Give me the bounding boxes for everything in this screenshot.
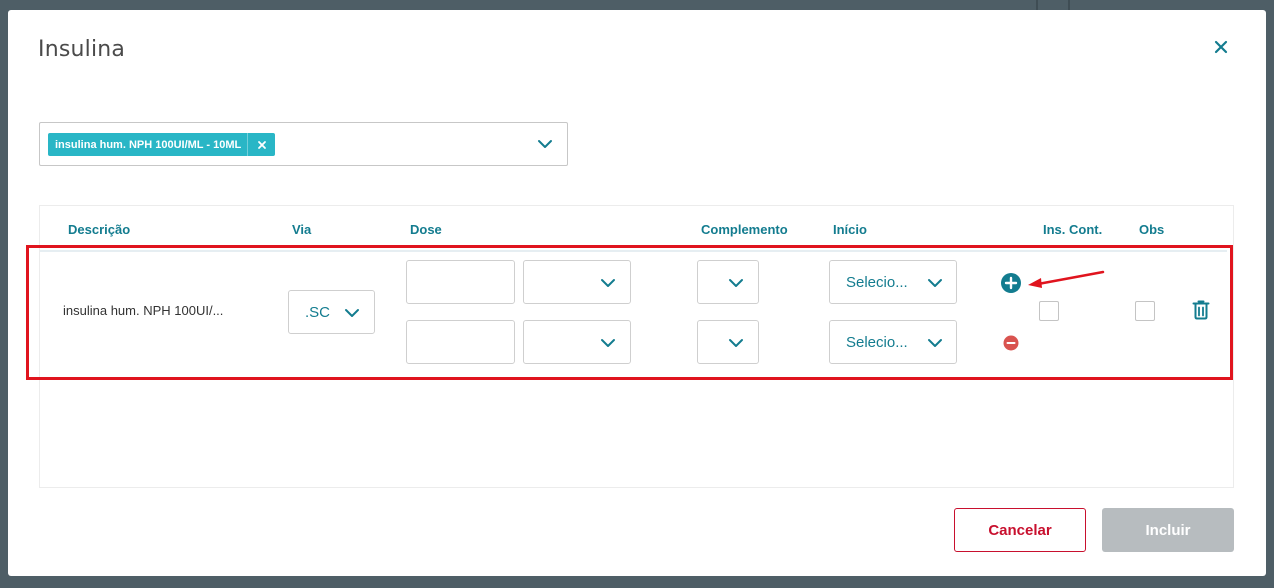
header-ins-cont: Ins. Cont.: [1043, 222, 1103, 237]
chip-label: insulina hum. NPH 100UI/ML - 10ML: [55, 138, 242, 151]
cancel-button[interactable]: Cancelar: [954, 508, 1086, 552]
header-descricao: Descrição: [68, 222, 131, 237]
header-dose: Dose: [410, 222, 442, 237]
backdrop-divider: [1068, 0, 1070, 10]
chip-remove-icon[interactable]: [247, 133, 275, 156]
highlight-outline: [26, 245, 1233, 380]
selected-medication-chip: insulina hum. NPH 100UI/ML - 10ML: [48, 133, 276, 156]
header-via: Via: [292, 222, 312, 237]
backdrop-divider: [1036, 0, 1038, 10]
header-complemento: Complemento: [701, 222, 788, 237]
header-obs: Obs: [1139, 222, 1165, 237]
modal-title: Insulina: [38, 37, 126, 62]
chevron-down-icon[interactable]: [537, 137, 553, 155]
header-inicio: Início: [833, 222, 867, 237]
medication-multiselect[interactable]: insulina hum. NPH 100UI/ML - 10ML: [39, 122, 568, 166]
close-icon[interactable]: [1210, 36, 1232, 58]
include-button[interactable]: Incluir: [1102, 508, 1234, 552]
